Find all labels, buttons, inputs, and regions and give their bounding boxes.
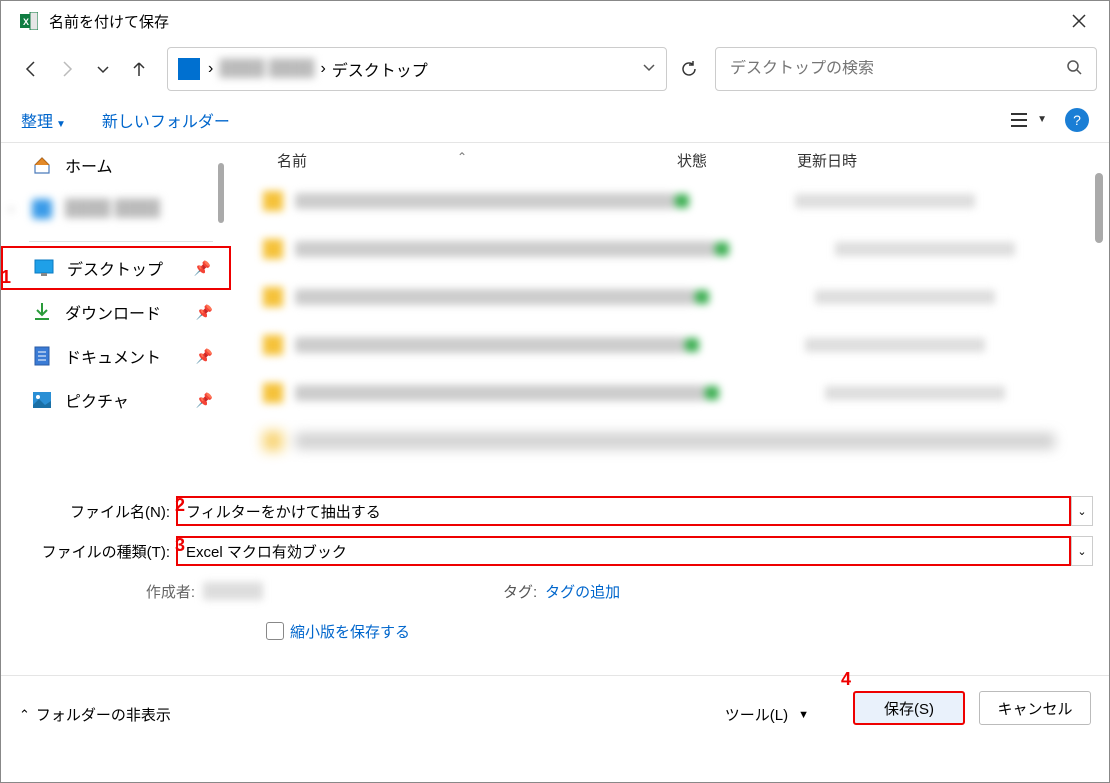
pin-icon: 📌 bbox=[194, 260, 211, 277]
column-date[interactable]: 更新日時 bbox=[797, 150, 997, 171]
address-chevron-icon[interactable] bbox=[642, 60, 656, 79]
chevron-right-icon: › bbox=[9, 202, 13, 216]
filetype-dropdown[interactable]: ⌄ bbox=[1071, 536, 1093, 566]
breadcrumb-sep: › bbox=[208, 60, 213, 78]
pin-icon: 📌 bbox=[196, 348, 213, 365]
filename-row: 2 ファイル名(N): フィルターをかけて抽出する ⌄ bbox=[41, 491, 1093, 531]
sidebar-item-label: ダウンロード bbox=[65, 300, 161, 324]
file-list-header: 名前 状態 更新日時 bbox=[249, 143, 1109, 177]
sidebar: 1 ホーム › ████ ████ デスクトップ 📌 ダウンロード 📌 ドキュメ… bbox=[1, 143, 231, 481]
file-row[interactable] bbox=[249, 417, 1109, 465]
excel-icon: X bbox=[19, 11, 39, 31]
organize-menu[interactable]: 整理▼ bbox=[21, 108, 66, 132]
filetype-select[interactable]: Excel マクロ有効ブック bbox=[176, 536, 1071, 566]
search-icon bbox=[1066, 59, 1082, 80]
file-list: 名前 状態 更新日時 bbox=[231, 143, 1109, 481]
folder-icon bbox=[263, 191, 283, 211]
column-name[interactable]: 名前 bbox=[277, 150, 677, 171]
window-title: 名前を付けて保存 bbox=[49, 11, 1057, 32]
thumbnail-checkbox[interactable] bbox=[266, 622, 284, 640]
close-button[interactable] bbox=[1057, 6, 1101, 36]
back-button[interactable] bbox=[13, 51, 49, 87]
tag-add-link[interactable]: タグの追加 bbox=[545, 581, 620, 602]
sidebar-divider bbox=[29, 241, 213, 242]
sidebar-item-label: デスクトップ bbox=[67, 256, 163, 280]
folder-icon bbox=[263, 431, 283, 451]
up-button[interactable] bbox=[121, 51, 157, 87]
tools-menu[interactable]: ツール(L)▼ bbox=[725, 704, 809, 725]
thumbnail-row: 縮小版を保存する bbox=[41, 611, 1093, 651]
sidebar-item-documents[interactable]: ドキュメント 📌 bbox=[1, 334, 231, 378]
document-icon bbox=[31, 345, 53, 367]
filename-label: ファイル名(N): bbox=[41, 501, 176, 522]
author-value bbox=[203, 582, 263, 600]
folder-icon bbox=[263, 335, 283, 355]
sidebar-item-home[interactable]: ホーム bbox=[1, 143, 231, 187]
thumbnail-label: 縮小版を保存する bbox=[290, 621, 410, 642]
svg-text:X: X bbox=[23, 17, 29, 27]
cancel-button[interactable]: キャンセル bbox=[979, 691, 1091, 725]
file-row[interactable] bbox=[249, 225, 1109, 273]
main-area: 1 ホーム › ████ ████ デスクトップ 📌 ダウンロード 📌 ドキュメ… bbox=[1, 143, 1109, 481]
home-icon bbox=[31, 154, 53, 176]
address-bar[interactable]: › ████ ████ › デスクトップ bbox=[167, 47, 667, 91]
annotation-3: 3 bbox=[175, 535, 185, 556]
breadcrumb-sep: › bbox=[320, 60, 325, 78]
hide-folders-button[interactable]: ⌃ フォルダーの非表示 bbox=[19, 704, 171, 725]
pin-icon: 📌 bbox=[196, 304, 213, 321]
sidebar-item-label: ドキュメント bbox=[65, 344, 161, 368]
history-dropdown[interactable] bbox=[85, 51, 121, 87]
download-icon bbox=[31, 301, 53, 323]
toolbar: 整理▼ 新しいフォルダー ▼ ? bbox=[1, 97, 1109, 143]
file-row[interactable] bbox=[249, 177, 1109, 225]
user-icon bbox=[31, 198, 53, 220]
filetype-row: 3 ファイルの種類(T): Excel マクロ有効ブック ⌄ bbox=[41, 531, 1093, 571]
sidebar-item-downloads[interactable]: ダウンロード 📌 bbox=[1, 290, 231, 334]
form-area: 2 ファイル名(N): フィルターをかけて抽出する ⌄ 3 ファイルの種類(T)… bbox=[1, 481, 1109, 657]
new-folder-button[interactable]: 新しいフォルダー bbox=[102, 108, 230, 132]
footer: ⌃ フォルダーの非表示 ツール(L)▼ 4 保存(S) キャンセル bbox=[1, 675, 1109, 739]
breadcrumb-blurred: ████ ████ bbox=[219, 60, 314, 78]
pictures-icon bbox=[31, 389, 53, 411]
filetype-label: ファイルの種類(T): bbox=[41, 541, 176, 562]
titlebar: X 名前を付けて保存 bbox=[1, 1, 1109, 41]
tag-label: タグ: bbox=[503, 581, 537, 602]
sidebar-item-label: ホーム bbox=[65, 153, 113, 177]
meta-row: 作成者: タグ: タグの追加 bbox=[41, 571, 1093, 611]
breadcrumb-current: デスクトップ bbox=[332, 57, 428, 81]
refresh-button[interactable] bbox=[671, 51, 707, 87]
sidebar-item-user[interactable]: › ████ ████ bbox=[1, 187, 231, 231]
annotation-2: 2 bbox=[175, 495, 185, 516]
help-button[interactable]: ? bbox=[1065, 108, 1089, 132]
file-row[interactable] bbox=[249, 321, 1109, 369]
column-status[interactable]: 状態 bbox=[677, 150, 797, 171]
sidebar-item-label: ピクチャ bbox=[65, 388, 129, 412]
sidebar-item-label: ████ ████ bbox=[65, 200, 160, 218]
folder-icon bbox=[263, 383, 283, 403]
chevron-up-icon: ⌃ bbox=[19, 707, 30, 723]
file-row[interactable] bbox=[249, 273, 1109, 321]
search-input[interactable] bbox=[730, 60, 1066, 78]
sidebar-item-pictures[interactable]: ピクチャ 📌 bbox=[1, 378, 231, 422]
save-button[interactable]: 保存(S) bbox=[853, 691, 965, 725]
annotation-1: 1 bbox=[1, 267, 11, 288]
folder-icon bbox=[263, 239, 283, 259]
filename-input[interactable]: フィルターをかけて抽出する bbox=[176, 496, 1071, 526]
annotation-4: 4 bbox=[841, 669, 851, 690]
sidebar-item-desktop[interactable]: デスクトップ 📌 bbox=[1, 246, 231, 290]
search-box[interactable] bbox=[715, 47, 1097, 91]
filename-dropdown[interactable]: ⌄ bbox=[1071, 496, 1093, 526]
pin-icon: 📌 bbox=[196, 392, 213, 409]
navbar: › ████ ████ › デスクトップ bbox=[1, 41, 1109, 97]
file-row[interactable] bbox=[249, 369, 1109, 417]
location-icon bbox=[178, 58, 200, 80]
forward-button[interactable] bbox=[49, 51, 85, 87]
author-label: 作成者: bbox=[121, 581, 195, 602]
folder-icon bbox=[263, 287, 283, 307]
view-options-button[interactable]: ▼ bbox=[1011, 112, 1047, 128]
desktop-icon bbox=[33, 257, 55, 279]
